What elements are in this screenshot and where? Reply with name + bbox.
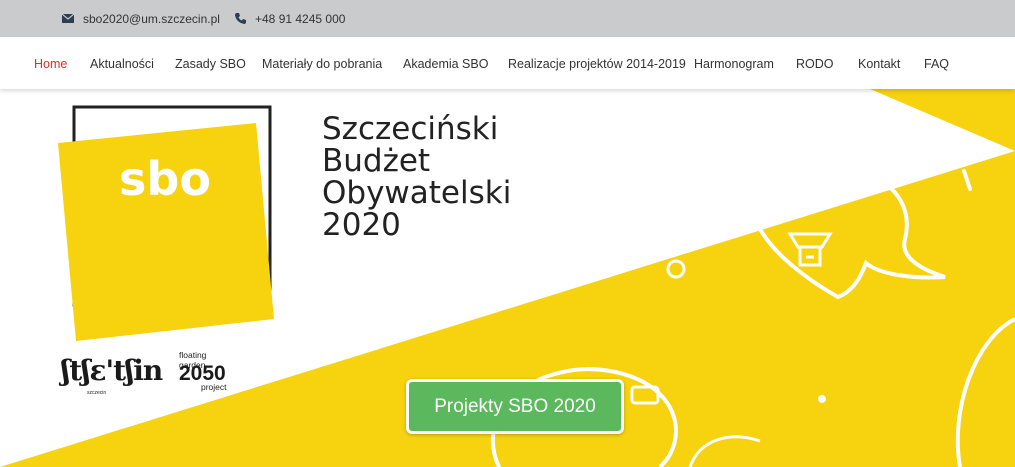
contact-topbar: sbo2020@um.szczecin.pl +48 91 4245 000 bbox=[0, 0, 1015, 37]
nav-faq[interactable]: FAQ bbox=[924, 37, 949, 89]
envelope-icon bbox=[62, 14, 74, 23]
stetin-city-label: szczecin bbox=[87, 390, 107, 396]
contact-email[interactable]: sbo2020@um.szczecin.pl bbox=[62, 0, 220, 37]
stetin-2050-logo: floating garden ʃtʃɛ'tʃin 2050 project s… bbox=[61, 340, 231, 400]
nav-home[interactable]: Home bbox=[34, 37, 67, 89]
nav-rodo[interactable]: RODO bbox=[796, 37, 834, 89]
contact-phone-text: +48 91 4245 000 bbox=[255, 11, 346, 26]
nav-harmonogram[interactable]: Harmonogram bbox=[694, 37, 774, 89]
nav-kontakt[interactable]: Kontakt bbox=[858, 37, 900, 89]
contact-phone[interactable]: +48 91 4245 000 bbox=[235, 0, 345, 37]
main-navigation: Home Aktualności Zasady SBO Materiały do… bbox=[0, 37, 1015, 89]
phone-icon bbox=[235, 13, 246, 24]
hero-banner: sbo Szczeciński Budżet Obywatelski 2020 … bbox=[0, 89, 1015, 467]
nav-realizacje[interactable]: Realizacje projektów 2014-2019 bbox=[508, 37, 686, 89]
nav-zasady-sbo[interactable]: Zasady SBO bbox=[175, 37, 246, 89]
hero-title: Szczeciński Budżet Obywatelski 2020 bbox=[322, 111, 512, 243]
stetin-tagline-bottom: project bbox=[201, 382, 227, 392]
stetin-wordmark: ʃtʃɛ'tʃin bbox=[61, 354, 163, 387]
nav-aktualnosci[interactable]: Aktualności bbox=[90, 37, 154, 89]
projects-cta-button[interactable]: Projekty SBO 2020 bbox=[406, 379, 624, 434]
nav-akademia-sbo[interactable]: Akademia SBO bbox=[403, 37, 488, 89]
contact-email-text: sbo2020@um.szczecin.pl bbox=[83, 11, 220, 26]
sbo-logo-text: sbo bbox=[119, 152, 211, 206]
nav-materialy[interactable]: Materiały do pobrania bbox=[262, 37, 382, 89]
